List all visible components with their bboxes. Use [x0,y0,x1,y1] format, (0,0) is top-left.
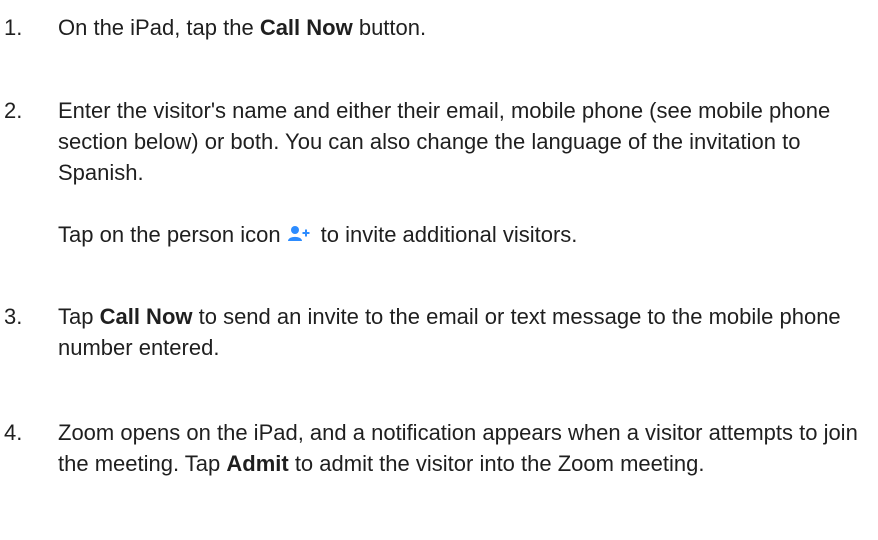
step-text: Tap Call Now to send an invite to the em… [58,301,858,363]
instructions-document: 1. On the iPad, tap the Call Now button.… [0,0,878,540]
call-now-label: Call Now [259,15,353,40]
step-text-segment: button. [352,15,427,40]
admit-label: Admit [226,451,289,476]
step-text-segment: On the iPad, tap the [58,15,260,40]
note-text: to invite additional visitors. [320,222,578,247]
step-number: 3. [4,304,23,329]
step-text: On the iPad, tap the Call Now button. [58,12,858,43]
step-number: 1. [4,15,23,40]
add-person-icon [287,224,313,244]
step-paragraph: Enter the visitor's name and either thei… [58,98,831,185]
step-text-segment: Tap [58,304,100,329]
call-now-label: Call Now [99,304,193,329]
step-text: Zoom opens on the iPad, and a notificati… [58,417,858,479]
step-number: 4. [4,420,23,445]
step-text-segment: to admit the visitor into the Zoom meeti… [288,451,705,476]
step-note: Tap on the person icon to invite additio… [58,219,858,250]
note-text: Tap on the person icon [58,222,281,247]
step-number: 2. [4,98,23,123]
step-text: Enter the visitor's name and either thei… [58,95,858,250]
